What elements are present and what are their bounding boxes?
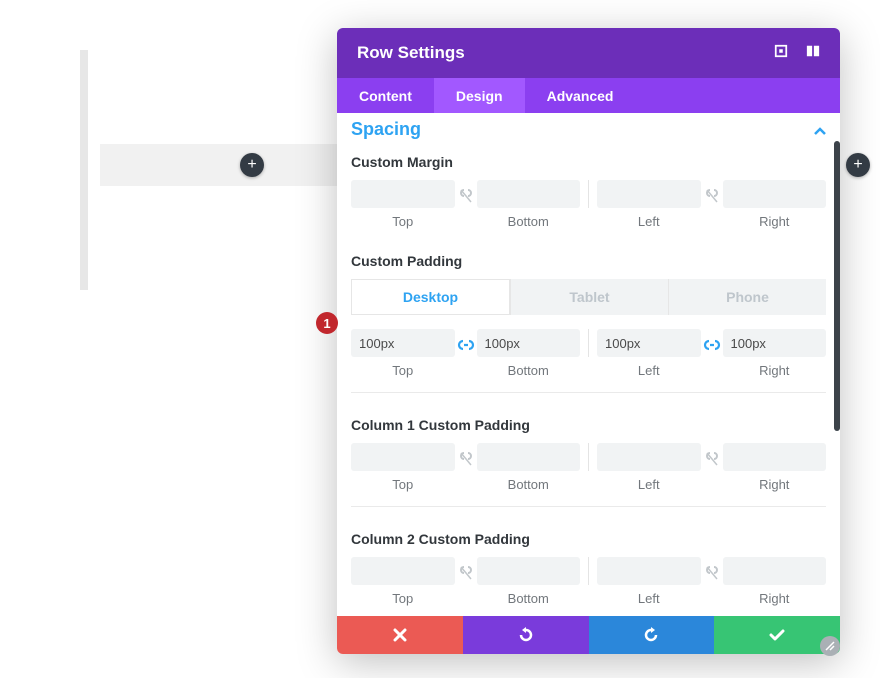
col2-right-input[interactable] — [723, 557, 827, 585]
scrollbar-thumb[interactable] — [834, 141, 840, 431]
canvas-divider — [80, 50, 88, 290]
margin-top-input[interactable] — [351, 180, 455, 208]
label-right: Right — [759, 363, 789, 378]
label-top: Top — [392, 477, 413, 492]
modal-body: Spacing Custom Margin Top Bottom — [337, 113, 840, 616]
col1-bottom-input[interactable] — [477, 443, 581, 471]
col1-top-input[interactable] — [351, 443, 455, 471]
col2-padding-block: Column 2 Custom Padding Top Bottom Left — [351, 531, 826, 616]
redo-icon — [643, 627, 659, 643]
label-left: Left — [638, 477, 660, 492]
label-right: Right — [759, 214, 789, 229]
col2-top-input[interactable] — [351, 557, 455, 585]
col1-inputs-row: Top Bottom Left — [351, 443, 826, 492]
link-icon-col1-tb[interactable] — [455, 452, 477, 484]
tab-design[interactable]: Design — [434, 78, 525, 113]
col2-bottom-input[interactable] — [477, 557, 581, 585]
section-title-text: Spacing — [351, 119, 421, 140]
link-icon-padding-tb[interactable] — [455, 339, 477, 369]
device-tab-tablet[interactable]: Tablet — [510, 279, 668, 315]
annotation-marker-1: 1 — [316, 312, 338, 334]
expand-icon[interactable] — [774, 44, 788, 63]
redo-button[interactable] — [589, 616, 715, 654]
undo-icon — [518, 627, 534, 643]
custom-margin-block: Custom Margin Top Bottom Left — [351, 154, 826, 243]
custom-padding-label: Custom Padding — [351, 253, 826, 269]
col2-left-input[interactable] — [597, 557, 701, 585]
device-tab-phone[interactable]: Phone — [668, 279, 826, 315]
link-icon-col1-lr[interactable] — [701, 452, 723, 484]
modal-title: Row Settings — [357, 43, 465, 63]
margin-bottom-input[interactable] — [477, 180, 581, 208]
check-icon — [769, 629, 785, 641]
section-header-spacing[interactable]: Spacing — [351, 113, 826, 144]
device-tabs: Desktop Tablet Phone — [351, 279, 826, 315]
custom-padding-block: Custom Padding Desktop Tablet Phone Top … — [351, 253, 826, 407]
margin-right-input[interactable] — [723, 180, 827, 208]
label-left: Left — [638, 214, 660, 229]
label-top: Top — [392, 591, 413, 606]
col1-padding-label: Column 1 Custom Padding — [351, 417, 826, 433]
padding-right-input[interactable] — [723, 329, 827, 357]
padding-inputs-row: Top Bottom Left — [351, 329, 826, 378]
link-icon-margin-lr[interactable] — [701, 189, 723, 221]
label-bottom: Bottom — [508, 477, 549, 492]
add-module-button-left[interactable]: + — [240, 153, 264, 177]
tab-advanced[interactable]: Advanced — [525, 78, 636, 113]
undo-button[interactable] — [463, 616, 589, 654]
separator — [351, 392, 826, 393]
col2-inputs-row: Top Bottom Left — [351, 557, 826, 606]
snap-icon[interactable] — [806, 44, 820, 63]
cancel-button[interactable] — [337, 616, 463, 654]
chevron-up-icon — [814, 122, 826, 138]
resize-handle[interactable] — [820, 636, 840, 656]
add-module-button-right[interactable]: + — [846, 153, 870, 177]
label-top: Top — [392, 363, 413, 378]
custom-margin-label: Custom Margin — [351, 154, 826, 170]
col1-right-input[interactable] — [723, 443, 827, 471]
link-icon-col2-tb[interactable] — [455, 566, 477, 598]
vertical-divider — [588, 180, 589, 208]
vertical-divider — [588, 443, 589, 471]
label-right: Right — [759, 591, 789, 606]
vertical-divider — [588, 557, 589, 585]
modal-footer — [337, 616, 840, 654]
label-bottom: Bottom — [508, 363, 549, 378]
margin-left-input[interactable] — [597, 180, 701, 208]
close-icon — [393, 628, 407, 642]
padding-bottom-input[interactable] — [477, 329, 581, 357]
tab-content[interactable]: Content — [337, 78, 434, 113]
label-bottom: Bottom — [508, 591, 549, 606]
link-icon-col2-lr[interactable] — [701, 566, 723, 598]
modal-header: Row Settings — [337, 28, 840, 78]
padding-left-input[interactable] — [597, 329, 701, 357]
label-top: Top — [392, 214, 413, 229]
col1-padding-block: Column 1 Custom Padding Top Bottom Left — [351, 417, 826, 521]
device-tab-desktop[interactable]: Desktop — [351, 279, 510, 315]
label-left: Left — [638, 363, 660, 378]
modal-tabs: Content Design Advanced — [337, 78, 840, 113]
col1-left-input[interactable] — [597, 443, 701, 471]
row-settings-modal: Row Settings Content Design Advanced Spa… — [337, 28, 840, 654]
margin-inputs-row: Top Bottom Left — [351, 180, 826, 229]
separator — [351, 506, 826, 507]
link-icon-margin-tb[interactable] — [455, 189, 477, 221]
padding-top-input[interactable] — [351, 329, 455, 357]
label-bottom: Bottom — [508, 214, 549, 229]
link-icon-padding-lr[interactable] — [701, 339, 723, 369]
col2-padding-label: Column 2 Custom Padding — [351, 531, 826, 547]
header-controls — [774, 44, 820, 63]
label-right: Right — [759, 477, 789, 492]
vertical-divider — [588, 329, 589, 357]
label-left: Left — [638, 591, 660, 606]
